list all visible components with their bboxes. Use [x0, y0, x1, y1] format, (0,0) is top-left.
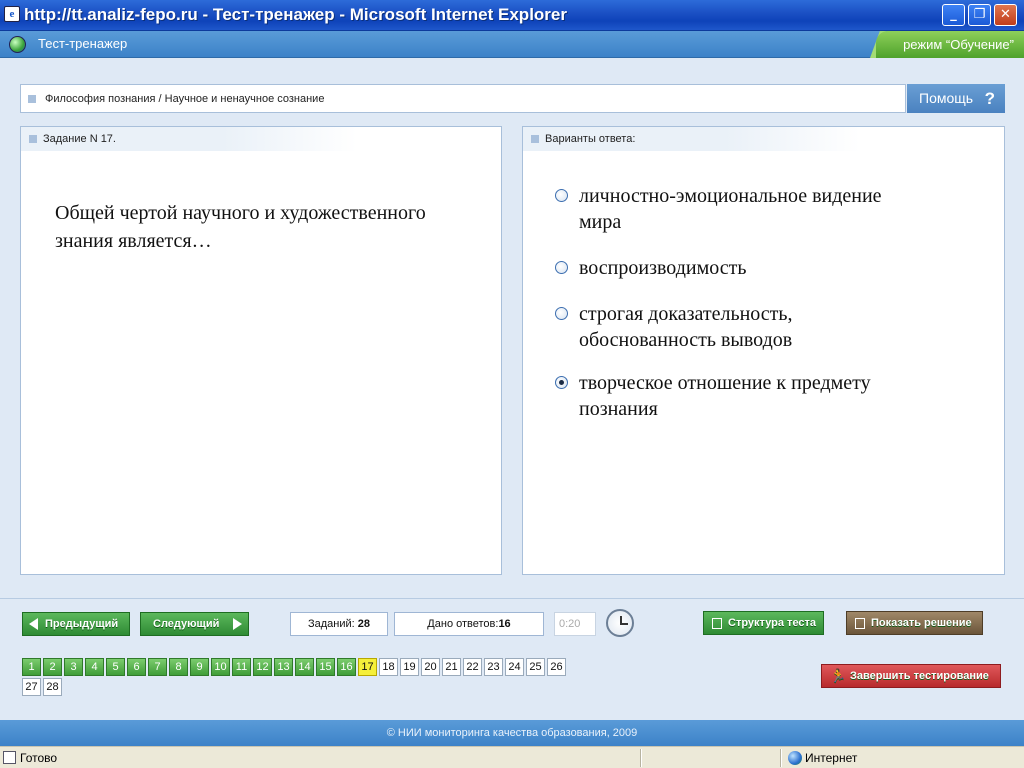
page-button[interactable]: 9: [190, 658, 209, 676]
tasks-counter: Заданий: 28: [290, 612, 388, 636]
task-panel: Задание N 17. Общей чертой научного и ху…: [20, 126, 502, 575]
timer-display: 0:20: [554, 612, 596, 636]
page-button[interactable]: 16: [337, 658, 356, 676]
answers-given-label: Дано ответов:: [427, 618, 499, 630]
bullet-square-icon: [28, 95, 36, 103]
window-titlebar[interactable]: e http://tt.analiz-fepo.ru - Тест-тренаж…: [0, 0, 1024, 31]
page-button[interactable]: 5: [106, 658, 125, 676]
page-button[interactable]: 3: [64, 658, 83, 676]
page-button[interactable]: 10: [211, 658, 230, 676]
breadcrumb-bar: Философия познания / Научное и ненаучное…: [20, 84, 906, 113]
answer-option-text: воспроизводимость: [579, 257, 747, 279]
tasks-label: Заданий:: [307, 618, 355, 630]
answer-option-4[interactable]: творческое отношение к предмету познания: [555, 370, 885, 422]
answer-option-1[interactable]: личностно-эмоциональное видение мира: [555, 183, 885, 235]
help-button[interactable]: Помощь ?: [907, 84, 1005, 113]
page-button[interactable]: 28: [43, 678, 62, 696]
close-button[interactable]: ✕: [994, 4, 1017, 26]
arrow-left-icon: [29, 618, 38, 630]
page-button[interactable]: 6: [127, 658, 146, 676]
internet-zone-icon: [788, 751, 802, 765]
finish-test-label: Завершить тестирование: [850, 670, 989, 682]
answer-option-3[interactable]: строгая доказательность, обоснованность …: [555, 301, 875, 353]
task-panel-header: Задание N 17.: [21, 127, 357, 151]
answer-option-2[interactable]: воспроизводимость: [555, 255, 975, 281]
help-label: Помощь: [919, 90, 974, 106]
page-button[interactable]: 23: [484, 658, 503, 676]
bullet-square-icon: [531, 135, 539, 143]
browser-window: e http://tt.analiz-fepo.ru - Тест-тренаж…: [0, 0, 1024, 768]
page-status-icon: [3, 751, 16, 764]
finish-test-button[interactable]: 🏃 Завершить тестирование: [821, 664, 1001, 688]
page-button[interactable]: 27: [22, 678, 41, 696]
page-button[interactable]: 13: [274, 658, 293, 676]
copyright-footer: © НИИ мониторинга качества образования, …: [0, 720, 1024, 746]
prev-label: Предыдущий: [45, 618, 119, 630]
minimize-button[interactable]: _: [942, 4, 965, 26]
mode-badge: режим “Обучение”: [876, 31, 1024, 58]
answer-option-text: строгая доказательность, обоснованность …: [579, 303, 793, 351]
test-structure-label: Структура теста: [728, 617, 817, 629]
answer-option-text: творческое отношение к предмету познания: [579, 372, 871, 420]
radio-button[interactable]: [555, 307, 568, 320]
show-solution-button[interactable]: Показать решение: [846, 611, 983, 635]
answers-title: Варианты ответа:: [545, 133, 636, 145]
page-button[interactable]: 2: [43, 658, 62, 676]
answers-counter: Дано ответов:16: [394, 612, 544, 636]
status-text: Готово: [20, 751, 58, 765]
app-title: Тест-тренажер: [38, 36, 128, 51]
page-button[interactable]: 4: [85, 658, 104, 676]
maximize-button[interactable]: ❐: [968, 4, 991, 26]
page-button[interactable]: 12: [253, 658, 272, 676]
bullet-square-icon: [29, 135, 37, 143]
page-button[interactable]: 8: [169, 658, 188, 676]
status-divider: [780, 749, 782, 767]
list-icon: [712, 618, 722, 629]
radio-button[interactable]: [555, 189, 568, 202]
page-button[interactable]: 25: [526, 658, 545, 676]
clock-icon: [606, 609, 634, 637]
page-button[interactable]: 26: [547, 658, 566, 676]
page-button[interactable]: 7: [148, 658, 167, 676]
page-button[interactable]: 17: [358, 658, 377, 676]
ie-page-icon: e: [4, 6, 20, 22]
security-zone: Интернет: [805, 751, 858, 765]
page-button[interactable]: 18: [379, 658, 398, 676]
book-icon: [855, 618, 865, 629]
question-mark-icon: ?: [984, 89, 995, 108]
answer-option-text: личностно-эмоциональное видение мира: [579, 185, 882, 233]
breadcrumb: Философия познания / Научное и ненаучное…: [45, 93, 325, 105]
page-button[interactable]: 20: [421, 658, 440, 676]
page-button[interactable]: 14: [295, 658, 314, 676]
running-man-icon: 🏃: [830, 668, 847, 683]
answers-panel-header: Варианты ответа:: [523, 127, 860, 151]
next-label: Следующий: [153, 618, 220, 630]
answers-panel: Варианты ответа: личностно-эмоциональное…: [522, 126, 1005, 575]
radio-button[interactable]: [555, 261, 568, 274]
page-button[interactable]: 19: [400, 658, 419, 676]
answers-given-count: 16: [498, 618, 511, 630]
show-solution-label: Показать решение: [871, 617, 972, 629]
globe-icon: [9, 36, 26, 53]
radio-button-selected[interactable]: [555, 376, 568, 389]
status-divider: [640, 749, 642, 767]
page-button[interactable]: 1: [22, 658, 41, 676]
page-button[interactable]: 24: [505, 658, 524, 676]
task-number: Задание N 17.: [43, 133, 116, 145]
status-bar: Готово Интернет: [0, 746, 1024, 768]
window-title: http://tt.analiz-fepo.ru - Тест-тренажер…: [24, 5, 567, 24]
page-button[interactable]: 11: [232, 658, 251, 676]
tasks-count: 28: [357, 618, 371, 630]
page-button[interactable]: 15: [316, 658, 335, 676]
next-button[interactable]: Следующий: [140, 612, 249, 636]
question-text: Общей чертой научного и художественного …: [55, 202, 426, 252]
test-structure-button[interactable]: Структура теста: [703, 611, 824, 635]
app-header: Тест-тренажер режим “Обучение”: [0, 31, 1024, 58]
prev-button[interactable]: Предыдущий: [22, 612, 130, 636]
page-button[interactable]: 22: [463, 658, 482, 676]
arrow-right-icon: [233, 618, 242, 630]
page-button[interactable]: 21: [442, 658, 461, 676]
